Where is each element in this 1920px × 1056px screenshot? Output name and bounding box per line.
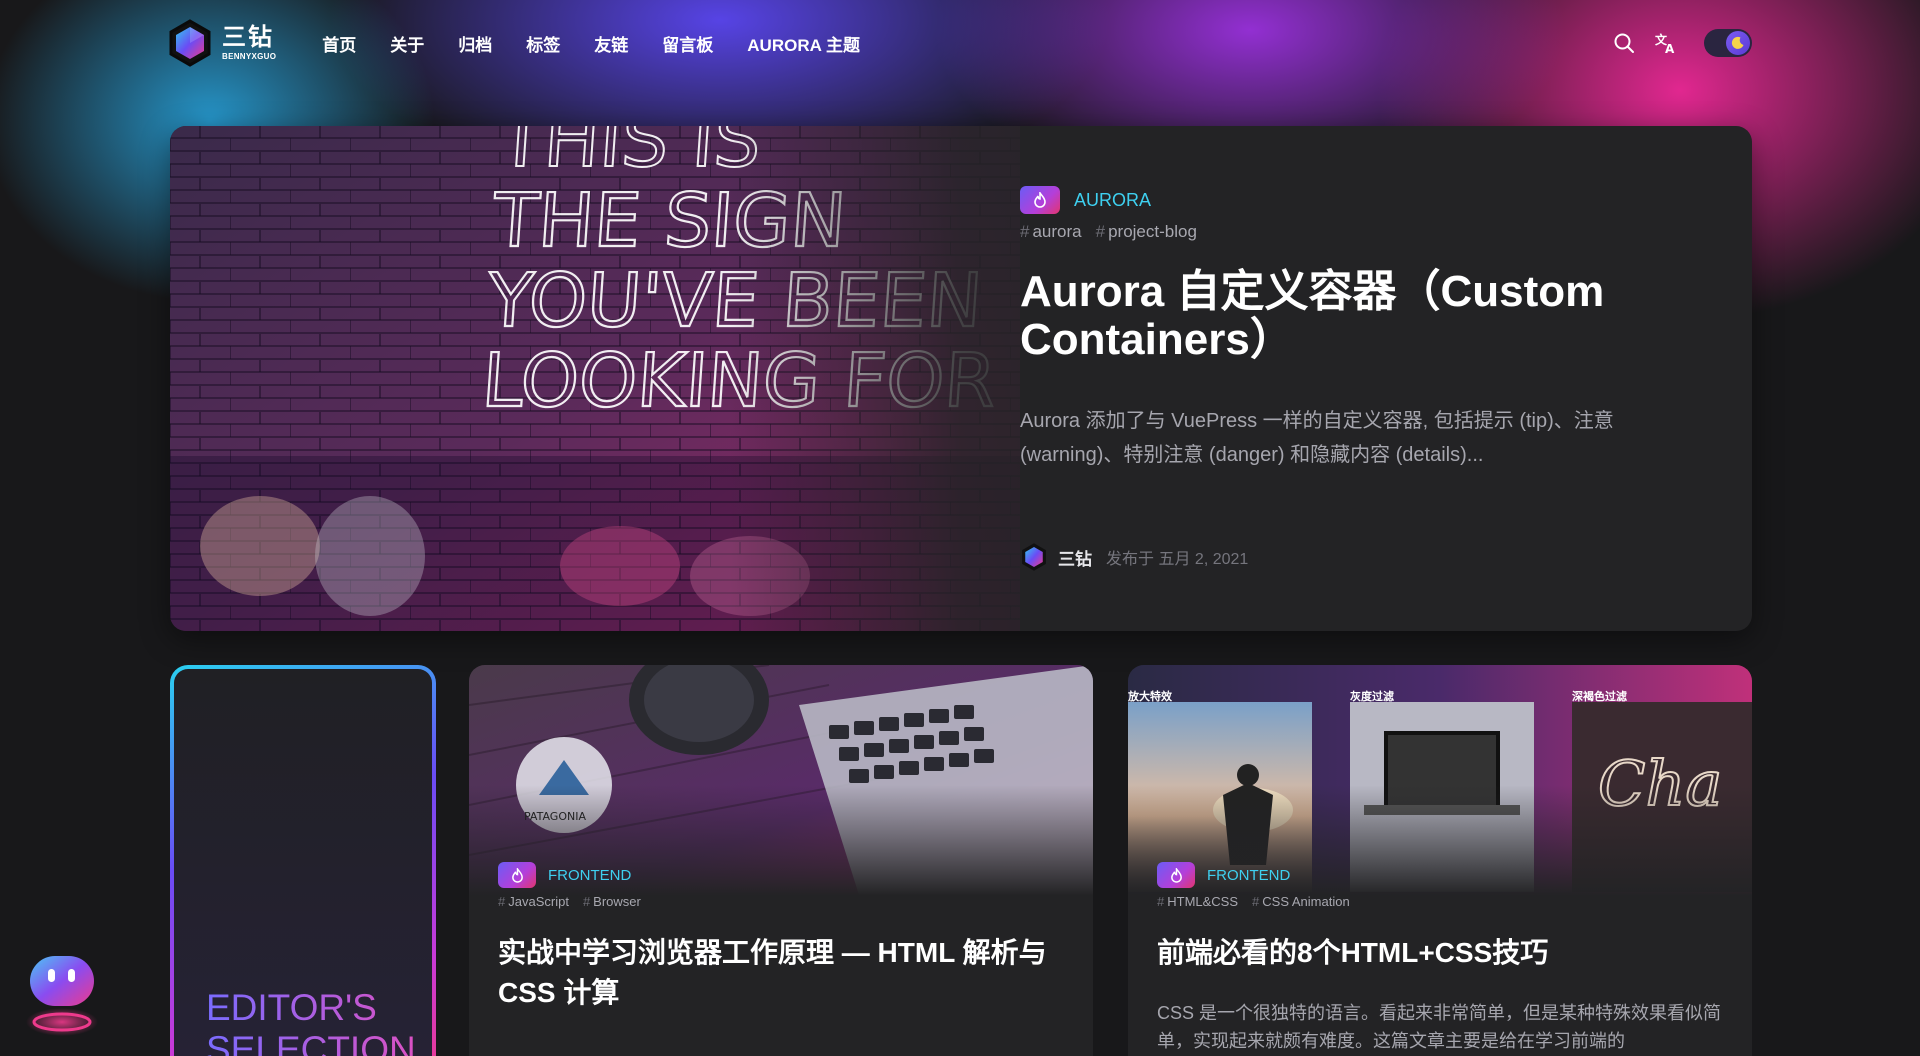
card-title[interactable]: 前端必看的8个HTML+CSS技巧 xyxy=(1157,933,1727,973)
neon-text: THIS IS xyxy=(495,126,764,184)
mascot-bot-icon[interactable] xyxy=(24,952,100,1038)
card-category[interactable]: FRONTEND xyxy=(548,867,631,884)
card-title[interactable]: 实战中学习浏览器工作原理 — HTML 解析与 CSS 计算 xyxy=(498,933,1068,1013)
card-tag[interactable]: # HTML&CSS xyxy=(1157,894,1238,909)
svg-text:A: A xyxy=(1665,42,1675,55)
card-tag[interactable]: # Browser xyxy=(583,894,641,909)
editors-selection-card[interactable]: EDITOR'S SELECTION xyxy=(170,665,436,1056)
site-title: 三钻 xyxy=(222,24,274,51)
hero-category[interactable]: AURORA xyxy=(1074,190,1151,211)
search-icon[interactable] xyxy=(1612,31,1636,55)
author-avatar[interactable] xyxy=(1020,542,1048,572)
editors-selection-label: EDITOR'S SELECTION xyxy=(206,987,432,1056)
card-description: CSS 是一个很独特的语言。看起来非常简单，但是某种特殊效果看似简单，实现起来就… xyxy=(1157,1003,1722,1051)
site-logo[interactable]: 三钻 BENNYXGUO xyxy=(168,19,276,67)
publish-date: 发布于 五月 2, 2021 xyxy=(1106,551,1249,568)
flame-category-icon xyxy=(1157,862,1195,888)
hero-title[interactable]: Aurora 自定义容器（Custom Containers） xyxy=(1020,268,1660,364)
nav-item-about[interactable]: 关于 xyxy=(390,31,424,56)
card-tag[interactable]: # JavaScript xyxy=(498,894,569,909)
hero-tag[interactable]: # project-blog xyxy=(1096,222,1197,242)
site-subtitle: BENNYXGUO xyxy=(222,52,277,61)
hero-description: Aurora 添加了与 VuePress 一样的自定义容器, 包括提示 (tip… xyxy=(1020,410,1614,466)
moon-icon xyxy=(1726,31,1750,55)
card-tag[interactable]: # CSS Animation xyxy=(1252,894,1350,909)
author-name[interactable]: 三钻 xyxy=(1058,545,1092,570)
flame-category-icon xyxy=(1020,186,1060,214)
article-card[interactable]: Cha 放大特效 灰度过滤 深褐色过滤 FRONTEND # HTML&CSS #… xyxy=(1128,665,1752,1056)
nav-item-aurora-theme[interactable]: AURORA 主题 xyxy=(747,31,860,56)
nav-item-archives[interactable]: 归档 xyxy=(458,31,492,56)
panel-label-zoom: 放大特效 xyxy=(1128,691,1172,703)
card-category[interactable]: FRONTEND xyxy=(1207,867,1290,884)
panel-label-grayscale: 灰度过滤 xyxy=(1350,691,1394,703)
panel-label-sepia: 深褐色过滤 xyxy=(1572,691,1627,703)
nav-item-home[interactable]: 首页 xyxy=(322,31,356,56)
site-header: 三钻 BENNYXGUO 首页 关于 归档 标签 友链 留言板 AURORA 主… xyxy=(168,18,1752,68)
translate-icon[interactable]: 文A xyxy=(1654,31,1678,55)
nav-item-guestbook[interactable]: 留言板 xyxy=(662,31,713,56)
main-nav: 首页 关于 归档 标签 友链 留言板 AURORA 主题 xyxy=(322,31,894,56)
article-card[interactable]: PATAGONIA FRONTEND #JavaScript #Browser … xyxy=(469,665,1093,1056)
hero-tag[interactable]: # aurora xyxy=(1020,222,1082,242)
theme-toggle[interactable] xyxy=(1704,29,1752,57)
hero-meta: 三钻 发布于 五月 2, 2021 xyxy=(1020,542,1248,572)
nav-item-links[interactable]: 友链 xyxy=(594,31,628,56)
hexagon-logo-icon xyxy=(169,19,211,67)
featured-article-card[interactable]: THIS IS THE SIGN YOU'VE BEEN LOOKING FOR… xyxy=(170,126,1752,631)
nav-item-tags[interactable]: 标签 xyxy=(526,31,560,56)
flame-category-icon xyxy=(498,862,536,888)
